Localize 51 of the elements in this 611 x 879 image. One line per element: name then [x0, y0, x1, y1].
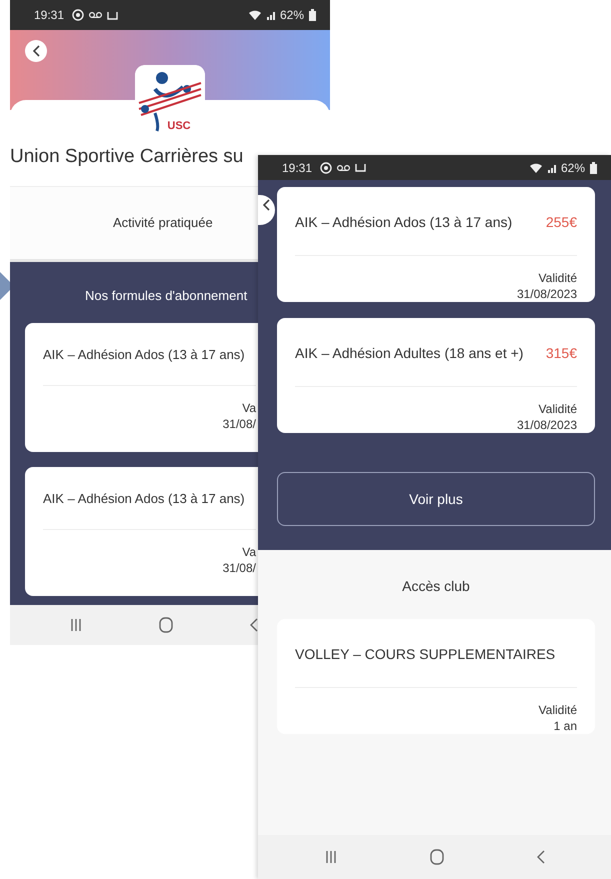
- signal-icon: [548, 162, 556, 172]
- validity-date: 31/08/2023: [516, 286, 577, 302]
- back-icon: [250, 618, 258, 632]
- wifi-icon: [248, 9, 262, 21]
- subscription-price: 315€: [546, 344, 577, 363]
- back-icon: [32, 45, 40, 57]
- validity-label: Validité: [538, 401, 577, 417]
- subscription-card[interactable]: VOLLEY – COURS SUPPLEMENTAIRES Validité 1 an: [277, 619, 595, 734]
- validity-date: 31/08/: [222, 560, 256, 576]
- subscription-price: 255€: [546, 213, 577, 232]
- subscription-name: AIK – Adhésion Ados (13 à 17 ans): [43, 346, 245, 364]
- home-icon: [430, 849, 444, 865]
- battery-level: 62%: [560, 160, 585, 176]
- validity-label: Va: [242, 544, 256, 560]
- validity-date: 1 an: [554, 718, 577, 734]
- app-notification-icon: [107, 10, 118, 20]
- subscription-name: AIK – Adhésion Ados (13 à 17 ans): [295, 213, 512, 232]
- validity-date: 31/08/2023: [516, 417, 577, 433]
- section-heading: Nos formules d'abonnement: [84, 286, 248, 304]
- notification-icon: [72, 9, 84, 21]
- section-heading: Activité pratiquée: [113, 214, 213, 232]
- recent-apps-icon: [70, 618, 82, 632]
- back-icon: [263, 199, 270, 211]
- subscription-name: VOLLEY – COURS SUPPLEMENTAIRES: [295, 645, 556, 664]
- signal-icon: [266, 10, 275, 20]
- section-heading: Accès club: [401, 577, 471, 596]
- status-time: 19:31: [34, 7, 64, 24]
- notification-icon: [320, 162, 332, 174]
- voicemail-icon: [337, 164, 350, 172]
- validity-label: Validité: [538, 702, 577, 718]
- battery-icon: [590, 162, 597, 174]
- voicemail-icon: [89, 11, 102, 19]
- validity-date: 31/08/: [222, 416, 256, 432]
- recent-apps-icon: [324, 850, 336, 864]
- back-icon: [536, 850, 544, 864]
- battery-level: 62%: [280, 7, 304, 24]
- see-more-button[interactable]: Voir plus: [277, 472, 595, 526]
- home-icon: [159, 617, 173, 633]
- subscription-card[interactable]: AIK – Adhésion Adultes (18 ans et +) 315€ Validité 31/08/2023: [277, 318, 595, 433]
- subscription-card[interactable]: AIK – Adhésion Ados (13 à 17 ans) Va 31/08/: [25, 467, 258, 596]
- app-notification-icon: [355, 163, 366, 172]
- battery-icon: [309, 9, 316, 21]
- subscription-card[interactable]: AIK – Adhésion Ados (13 à 17 ans) Va 31/08/: [25, 323, 258, 452]
- subscription-name: AIK – Adhésion Ados (13 à 17 ans): [43, 490, 245, 508]
- wifi-icon: [528, 162, 543, 174]
- subscription-name: AIK – Adhésion Adultes (18 ans et +): [295, 344, 524, 363]
- validity-label: Va: [242, 400, 256, 416]
- status-time: 19:31: [282, 160, 312, 176]
- back-button[interactable]: [25, 40, 47, 62]
- subscription-card[interactable]: AIK – Adhésion Ados (13 à 17 ans) 255€ Validité 31/08/2023: [277, 187, 595, 302]
- validity-label: Validité: [538, 270, 577, 286]
